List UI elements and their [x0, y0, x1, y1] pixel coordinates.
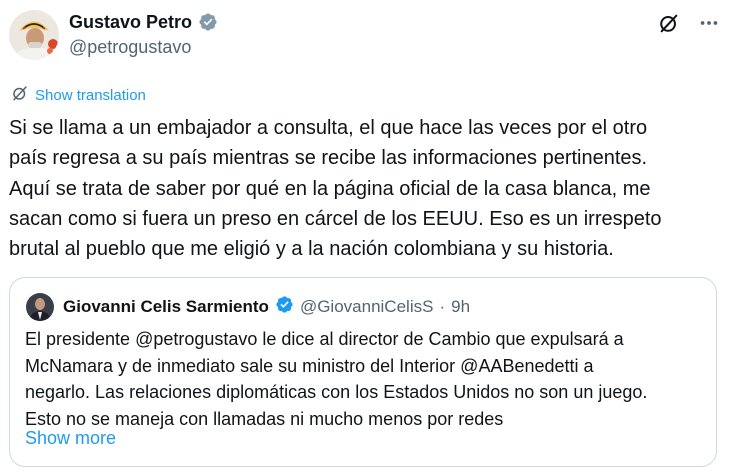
- quoted-text-line: El presidente @petrogustavo le dice al d…: [25, 329, 624, 349]
- tweet-text-line: sacan como si fuera un preso en cárcel d…: [9, 207, 662, 230]
- author-avatar[interactable]: [9, 10, 59, 60]
- quoted-author-handle[interactable]: @GiovanniCelisS: [300, 297, 433, 317]
- quoted-author-avatar[interactable]: [26, 293, 54, 321]
- show-translation-label: Show translation: [35, 87, 146, 104]
- grok-icon[interactable]: [658, 12, 680, 34]
- show-more-link[interactable]: Show more: [25, 428, 116, 449]
- quoted-tweet-time[interactable]: 9h: [451, 297, 470, 317]
- author-display-name[interactable]: Gustavo Petro: [69, 12, 192, 33]
- quoted-text-line: negarlo. Las relaciones diplomáticas con…: [25, 382, 648, 402]
- translate-icon: [11, 84, 29, 107]
- quoted-text-line: Esto no se maneja con llamadas ni mucho …: [25, 408, 504, 429]
- tweet-text-line: Si se llama a un embajador a consulta, e…: [9, 117, 648, 139]
- author-name-row: Gustavo Petro: [69, 11, 218, 33]
- author-handle[interactable]: @petrogustavo: [69, 37, 191, 58]
- tweet-text-line: Aquí se trata de saber por qué en la pág…: [9, 177, 651, 200]
- tweet-text-line: brutal al pueblo que me eligió y a la na…: [9, 238, 614, 261]
- quoted-tweet-card[interactable]: Giovanni Celis Sarmiento @GiovanniCelisS…: [9, 277, 717, 467]
- tweet-text-line: país regresa a su país mientras se recib…: [9, 147, 648, 170]
- quoted-author-name[interactable]: Giovanni Celis Sarmiento: [63, 297, 269, 317]
- quoted-text-line: McNamara y de inmediato sale su ministro…: [25, 355, 594, 376]
- separator-dot: ·: [439, 297, 446, 316]
- tweet-text: Si se llama a un embajador a consulta, e…: [9, 113, 719, 264]
- verified-badge-icon: [275, 295, 294, 319]
- show-translation-button[interactable]: Show translation: [11, 84, 146, 107]
- quoted-tweet-text: El presidente @petrogustavo le dice al d…: [25, 326, 705, 432]
- header-actions: [658, 12, 720, 34]
- tweet: Gustavo Petro @petrogustavo Show transla…: [0, 0, 740, 475]
- quoted-tweet-header: Giovanni Celis Sarmiento @GiovanniCelisS…: [26, 293, 470, 321]
- verified-badge-icon: [198, 12, 218, 32]
- more-options-icon[interactable]: [698, 12, 720, 34]
